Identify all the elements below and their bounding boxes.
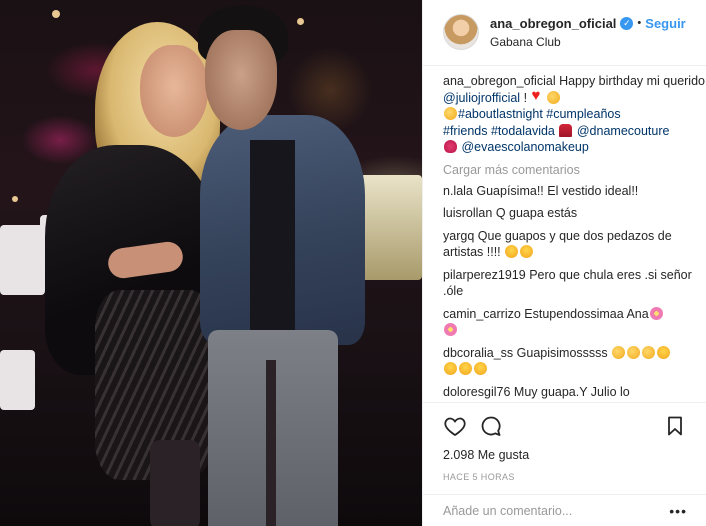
post-actions: 2.098 Me gusta HACE 5 HORAS bbox=[423, 402, 706, 498]
man-face bbox=[205, 30, 277, 130]
caption-text: ! bbox=[523, 90, 528, 105]
add-comment-bar: ••• bbox=[423, 494, 706, 526]
header-separator: • bbox=[637, 17, 642, 29]
comment-item: n.lala Guapísima!! El vestido ideal!! bbox=[443, 183, 705, 200]
post-caption: ana_obregon_oficial Happy birthday mi qu… bbox=[443, 73, 705, 156]
comment-text: Que guapos y que dos pedazos de artistas… bbox=[443, 228, 672, 260]
clapping-hands-icon bbox=[642, 345, 656, 359]
white-chair bbox=[0, 350, 35, 410]
white-chair bbox=[0, 225, 45, 295]
caption-hashtags[interactable]: #friends #todalavida bbox=[443, 124, 555, 138]
caption-text: Happy birthday mi querido bbox=[559, 74, 705, 88]
heart-outline-icon[interactable] bbox=[443, 414, 467, 438]
candle-light bbox=[12, 196, 18, 202]
comment-username[interactable]: pilarperez1919 bbox=[443, 268, 526, 282]
woman-leg bbox=[150, 440, 200, 526]
comments-list[interactable]: ana_obregon_oficial Happy birthday mi qu… bbox=[443, 70, 705, 400]
bookmark-icon[interactable] bbox=[663, 414, 687, 438]
post-timestamp[interactable]: HACE 5 HORAS bbox=[443, 472, 687, 482]
comment-input[interactable] bbox=[443, 503, 670, 518]
location-link[interactable]: Gabana Club bbox=[490, 35, 686, 49]
flower-icon bbox=[649, 306, 663, 320]
heart-eyes-icon bbox=[444, 362, 457, 375]
comment-text: Estupendossimaa Ana bbox=[524, 306, 649, 321]
likes-count[interactable]: 2.098 Me gusta bbox=[443, 448, 687, 462]
clapping-hands-icon bbox=[612, 345, 626, 359]
post-side-panel: ana_obregon_oficial ✓ • Seguir Gabana Cl… bbox=[422, 0, 706, 526]
comment-item: doloresgil76 Muy guapa.Y Julio lo bbox=[443, 384, 705, 401]
comment-item: yargq Que guapos y que dos pedazos de ar… bbox=[443, 228, 705, 261]
clapping-hands-icon bbox=[444, 107, 457, 120]
comment-text: Guapísima!! El vestido ideal!! bbox=[476, 183, 639, 198]
caption-mention[interactable]: @evaescolanomakeup bbox=[461, 140, 588, 154]
red-heart-icon bbox=[532, 88, 545, 105]
caption-hashtags[interactable]: #aboutlastnight #cumpleaños bbox=[458, 107, 621, 121]
lipstick-icon bbox=[444, 140, 457, 153]
man-legs-gap bbox=[266, 360, 276, 526]
comment-text: Q guapa estás bbox=[495, 206, 578, 220]
caption-mention[interactable]: @dnamecouture bbox=[577, 124, 670, 138]
comment-username[interactable]: dbcoralia_ss bbox=[443, 346, 513, 360]
verified-badge-icon: ✓ bbox=[620, 16, 634, 30]
clapping-hands-icon bbox=[546, 90, 560, 104]
heart-eyes-icon bbox=[657, 345, 671, 359]
comment-username[interactable]: luisrollan bbox=[443, 206, 492, 220]
caption-username[interactable]: ana_obregon_oficial bbox=[443, 74, 556, 88]
heart-eyes-icon bbox=[459, 362, 472, 375]
flower-icon bbox=[444, 323, 457, 336]
action-icons bbox=[443, 413, 687, 439]
comment-text: Muy guapa.Y Julio lo bbox=[513, 384, 630, 399]
follow-button[interactable]: Seguir bbox=[645, 16, 685, 31]
comment-item: camin_carrizo Estupendossimaa Ana bbox=[443, 306, 705, 339]
avatar[interactable] bbox=[443, 14, 479, 50]
ceiling-light bbox=[52, 10, 60, 18]
comment-item: luisrollan Q guapa estás bbox=[443, 205, 705, 222]
header-row: ana_obregon_oficial ✓ • Seguir bbox=[490, 14, 686, 32]
comment-username[interactable]: camin_carrizo bbox=[443, 307, 521, 321]
comment-item: pilarperez1919 Pero que chula eres .si s… bbox=[443, 267, 705, 300]
instagram-post: ana_obregon_oficial ✓ • Seguir Gabana Cl… bbox=[0, 0, 706, 526]
heart-eyes-icon bbox=[505, 245, 519, 258]
heart-eyes-icon bbox=[520, 245, 534, 258]
speech-bubble-icon[interactable] bbox=[479, 414, 503, 438]
comment-text: Guapisimosssss bbox=[516, 345, 608, 360]
clapping-hands-icon bbox=[627, 345, 641, 359]
post-photo[interactable] bbox=[0, 0, 422, 526]
post-header: ana_obregon_oficial ✓ • Seguir Gabana Cl… bbox=[423, 0, 706, 66]
header-text: ana_obregon_oficial ✓ • Seguir Gabana Cl… bbox=[490, 14, 686, 65]
heart-eyes-icon bbox=[474, 362, 487, 375]
woman-face bbox=[140, 45, 208, 137]
comment-item: dbcoralia_ss Guapisimosssss bbox=[443, 345, 705, 378]
ceiling-light bbox=[297, 18, 304, 25]
caption-mention[interactable]: @juliojrofficial bbox=[443, 91, 520, 105]
comment-username[interactable]: n.lala bbox=[443, 184, 473, 198]
ellipsis-icon[interactable]: ••• bbox=[669, 503, 687, 519]
man-shirt bbox=[250, 140, 295, 340]
load-more-comments-link[interactable]: Cargar más comentarios bbox=[443, 163, 705, 177]
comment-username[interactable]: doloresgil76 bbox=[443, 385, 510, 399]
comment-username[interactable]: yargq bbox=[443, 229, 474, 243]
red-dress-icon bbox=[559, 123, 573, 137]
header-username[interactable]: ana_obregon_oficial bbox=[490, 16, 616, 31]
lit-table bbox=[360, 175, 422, 280]
